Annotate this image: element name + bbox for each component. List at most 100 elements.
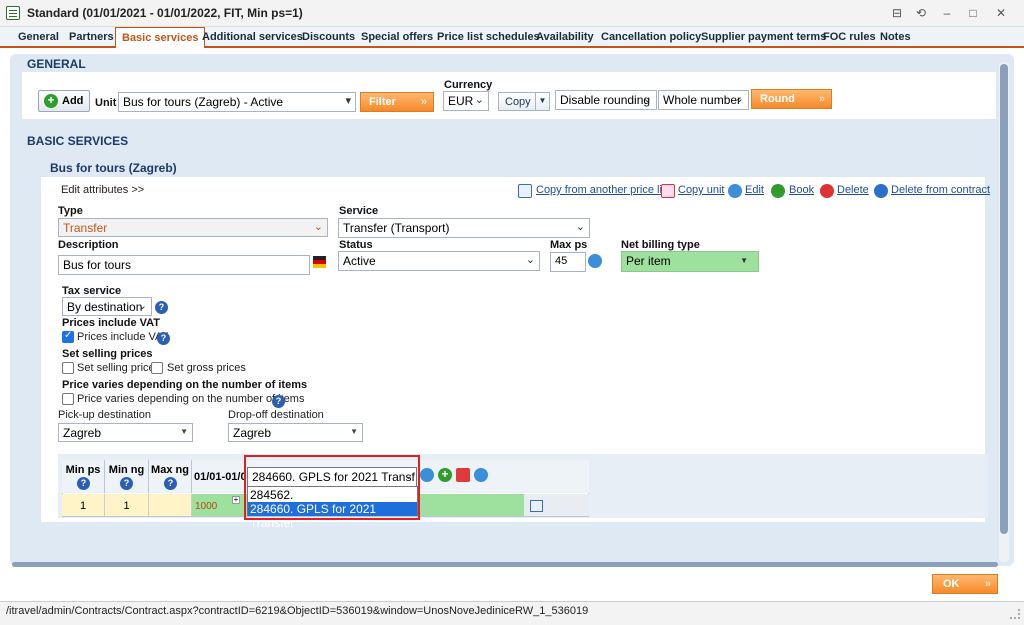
add-button[interactable]: + Add	[38, 90, 90, 112]
dropoff-combo[interactable]: Zagreb ▼	[228, 423, 363, 442]
price-varies-checkbox[interactable]	[62, 393, 74, 405]
tab-special-offers[interactable]: Special offers	[361, 31, 433, 43]
description-input[interactable]: Bus for tours	[58, 255, 310, 275]
service-select[interactable]: Transfer (Transport) ⌄	[338, 218, 590, 238]
type-select[interactable]: Transfer ⌄	[58, 218, 328, 237]
col-min-ng: Min ng?	[105, 460, 149, 493]
double-arrow-icon: »	[984, 578, 991, 590]
tax-service-select[interactable]: By destination ⌄	[62, 297, 152, 316]
vat-heading: Prices include VAT	[62, 317, 161, 329]
maximize-button[interactable]: □	[962, 4, 984, 22]
col-max-ng: Max ng?	[149, 460, 192, 493]
filter-label: Filter	[369, 96, 396, 108]
tab-additional-services[interactable]: Additional services	[202, 31, 303, 43]
flag-icon[interactable]	[313, 256, 326, 268]
cell-price-value: 1000	[195, 501, 218, 512]
expand-icon[interactable]: +	[232, 496, 240, 504]
help-icon[interactable]: ?	[272, 395, 285, 408]
status-select[interactable]: Active ⌄	[338, 251, 540, 271]
set-gross-prices-label: Set gross prices	[167, 362, 246, 374]
currency-select[interactable]: EUR ⌄	[443, 91, 489, 111]
settings-icon[interactable]	[474, 468, 488, 482]
chevron-down-icon: ⌄	[525, 254, 535, 266]
book-link[interactable]: Book	[789, 184, 814, 196]
pickup-label: Pick-up destination	[58, 409, 151, 421]
service-label: Service	[339, 205, 379, 217]
scrollbar-thumb[interactable]	[1000, 64, 1008, 534]
rounding-select[interactable]: Disable rounding ⌄	[555, 90, 657, 110]
delete-from-contract-link[interactable]: Delete from contract	[891, 184, 990, 196]
minimize-button[interactable]: –	[936, 4, 958, 22]
add-icon[interactable]: +	[438, 468, 452, 482]
pickup-combo[interactable]: Zagreb ▼	[58, 423, 193, 442]
unit-select[interactable]: Bus for tours (Zagreb) - Active ▾	[118, 92, 356, 112]
tab-basic-services[interactable]: Basic services	[115, 27, 206, 48]
tab-general[interactable]: General	[18, 31, 59, 43]
gear-icon[interactable]	[420, 468, 434, 482]
help-icon[interactable]: ?	[164, 477, 177, 490]
tab-foc-rules[interactable]: FOC rules	[823, 31, 876, 43]
cell-min-ps[interactable]: 1	[62, 494, 105, 516]
gear-icon[interactable]	[588, 254, 602, 268]
tab-availability[interactable]: Availability	[536, 31, 594, 43]
cell-min-ng[interactable]: 1	[105, 494, 149, 516]
edit-attributes-link[interactable]: Edit attributes >>	[61, 184, 144, 196]
max-ps-value: 45	[555, 255, 568, 267]
tab-price-list-schedules[interactable]: Price list schedules	[437, 31, 540, 43]
close-button[interactable]: ✕	[990, 4, 1012, 22]
number-format-value: Whole number	[663, 93, 742, 107]
dropoff-value: Zagreb	[233, 426, 272, 440]
net-billing-select[interactable]: Per item ▼	[621, 251, 759, 272]
set-selling-prices-checkbox[interactable]	[62, 362, 74, 374]
chevron-down-icon[interactable]: ▼	[535, 93, 549, 110]
filter-button[interactable]: Filter »	[360, 92, 434, 112]
prices-include-vat-checkbox[interactable]	[62, 330, 74, 343]
delete-link[interactable]: Delete	[837, 184, 869, 196]
status-label: Status	[339, 239, 373, 251]
copy-from-price-list-link[interactable]: Copy from another price list	[536, 184, 671, 196]
ok-label: OK	[943, 578, 960, 590]
chevron-down-icon: ⌄	[137, 300, 147, 312]
copy-label: Copy	[505, 96, 531, 108]
chevron-down-icon: ▾	[345, 95, 351, 107]
general-heading: GENERAL	[27, 57, 86, 71]
copy-unit-link[interactable]: Copy unit	[678, 184, 724, 196]
window-title: Standard (01/01/2021 - 01/01/2022, FIT, …	[27, 6, 303, 20]
refresh-icon[interactable]: ⟲	[910, 4, 932, 22]
max-ps-input[interactable]: 45	[550, 252, 586, 272]
ok-button[interactable]: OK »	[932, 574, 998, 594]
basic-services-heading: BASIC SERVICES	[27, 134, 129, 148]
chevron-down-icon: ⌄	[642, 93, 652, 105]
set-gross-prices-checkbox[interactable]	[151, 362, 163, 374]
copy-price-list-icon[interactable]	[530, 500, 543, 512]
vertical-scrollbar[interactable]	[999, 62, 1009, 562]
round-button[interactable]: Round »	[751, 89, 832, 109]
plus-icon: +	[44, 94, 58, 108]
dropoff-label: Drop-off destination	[228, 409, 324, 421]
copy-button[interactable]: Copy ▼	[498, 92, 550, 111]
col-min-ps-label: Min ps	[65, 464, 101, 476]
chevron-down-icon: ⌄	[734, 93, 744, 105]
number-format-select[interactable]: Whole number ⌄	[658, 90, 749, 110]
tab-notes[interactable]: Notes	[880, 31, 911, 43]
tab-bar: General Partners Basic services Addition…	[0, 27, 1024, 48]
tab-discounts[interactable]: Discounts	[302, 31, 355, 43]
tab-cancellation-policy[interactable]: Cancellation policy	[601, 31, 701, 43]
tab-partners[interactable]: Partners	[69, 31, 114, 43]
double-arrow-icon: »	[420, 96, 427, 108]
chevron-down-icon: ⌄	[474, 94, 484, 106]
edit-link[interactable]: Edit	[745, 184, 764, 196]
resize-grip[interactable]	[1010, 609, 1020, 619]
price-varies-label: Price varies depending on the number of …	[77, 393, 305, 405]
help-icon[interactable]: ?	[157, 332, 170, 345]
help-icon[interactable]: ?	[120, 477, 133, 490]
type-value: Transfer	[63, 221, 108, 235]
help-icon[interactable]: ?	[77, 477, 90, 490]
col-max-ng-label: Max ng	[151, 464, 189, 476]
horizontal-scrollbar[interactable]	[12, 562, 998, 567]
help-icon[interactable]: ?	[155, 301, 168, 314]
copy-icon[interactable]	[456, 468, 470, 482]
tab-supplier-payment-terms[interactable]: Supplier payment terms	[701, 31, 826, 43]
restore-icon[interactable]: ⊟	[886, 4, 908, 22]
cell-max-ng[interactable]	[149, 494, 192, 516]
